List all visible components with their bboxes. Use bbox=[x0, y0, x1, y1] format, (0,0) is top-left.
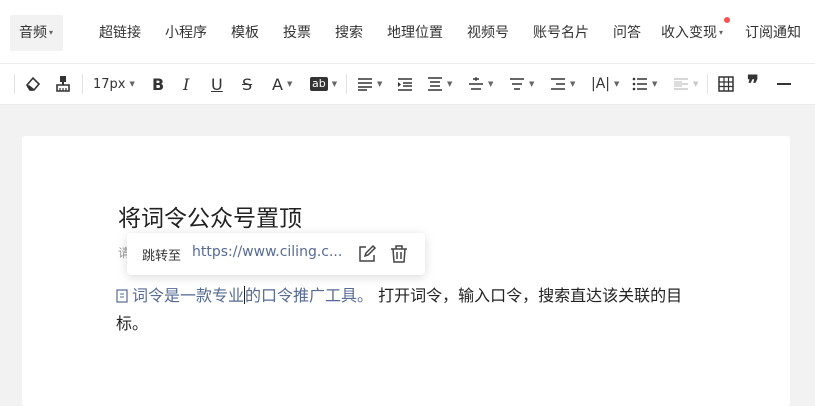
paragraph-spacing-before-icon bbox=[469, 77, 483, 90]
insert-location-button[interactable]: 地理位置 bbox=[387, 24, 443, 42]
chevron-down-icon: ▼ bbox=[529, 80, 535, 88]
font-color-icon: A bbox=[272, 74, 283, 94]
link-popover-label: 跳转至 bbox=[142, 249, 182, 264]
format-painter-icon[interactable] bbox=[55, 74, 71, 94]
article-paragraph[interactable]: 词令是一款专业的口令推广工具。 打开词令，输入口令，搜索直达该关联的目标。 bbox=[116, 282, 706, 338]
italic-icon: I bbox=[183, 74, 190, 94]
paragraph-spacing-after-button[interactable]: ▼ bbox=[509, 74, 534, 94]
divider-icon bbox=[777, 83, 791, 85]
toolbar-separator bbox=[82, 74, 83, 94]
insert-subscribe-notice-button[interactable]: 订阅通知 bbox=[745, 24, 801, 42]
chevron-down-icon: ▼ bbox=[447, 80, 453, 88]
hyperlink-text[interactable]: 词令是一款专业的口令推广工具。 bbox=[116, 286, 378, 305]
link-popover: 跳转至 https://www.ciling.c... bbox=[127, 233, 425, 275]
list-button[interactable]: ▼ bbox=[632, 74, 657, 94]
indent-button[interactable] bbox=[397, 74, 413, 94]
border-icon bbox=[674, 78, 688, 90]
link-popover-url[interactable]: https://www.ciling.c... bbox=[192, 244, 342, 260]
toolbar-separator bbox=[707, 74, 708, 94]
format-eraser-icon[interactable] bbox=[24, 74, 42, 94]
insert-account-card-button[interactable]: 账号名片 bbox=[533, 24, 589, 42]
chevron-down-icon: ▼ bbox=[377, 80, 383, 88]
quote-button[interactable]: ❞ bbox=[747, 71, 759, 97]
line-height-icon bbox=[428, 77, 442, 91]
insert-template-button[interactable]: 模板 bbox=[231, 24, 259, 42]
letter-spacing-icon: |A| bbox=[591, 76, 611, 92]
chevron-down-icon: ▼ bbox=[570, 80, 576, 88]
highlight-icon: ab bbox=[310, 77, 328, 91]
chevron-down-icon: ▼ bbox=[129, 80, 135, 88]
highlight-button[interactable]: ab ▼ bbox=[310, 74, 337, 94]
insert-search-button[interactable]: 搜索 bbox=[335, 24, 363, 42]
italic-button[interactable]: I bbox=[183, 74, 189, 94]
bold-icon: B bbox=[152, 74, 165, 94]
trash-icon bbox=[391, 245, 407, 263]
new-badge-dot bbox=[724, 17, 730, 23]
border-button[interactable]: ▼ bbox=[673, 74, 698, 94]
table-icon bbox=[718, 76, 734, 92]
format-toolbar: 17px ▼ B I U S A ▼ ab ▼ ▼ ▼ ▼ ▼ ▼ |A| ▼ ▼ ▼ … bbox=[0, 64, 815, 104]
text-indent-button[interactable]: ▼ bbox=[550, 74, 575, 94]
strikethrough-icon: S bbox=[242, 74, 253, 94]
table-button[interactable] bbox=[718, 74, 734, 94]
strikethrough-button[interactable]: S bbox=[242, 74, 252, 94]
align-button[interactable]: ▼ bbox=[357, 74, 382, 94]
insert-vote-button[interactable]: 投票 bbox=[283, 24, 311, 42]
edit-link-button[interactable] bbox=[357, 244, 377, 264]
toolbar-separator bbox=[14, 74, 15, 94]
quote-icon: ❞ bbox=[747, 71, 759, 97]
align-icon bbox=[358, 78, 372, 91]
underline-button[interactable]: U bbox=[211, 74, 223, 94]
letter-spacing-button[interactable]: |A| ▼ bbox=[591, 74, 619, 94]
delete-link-button[interactable] bbox=[389, 244, 409, 264]
insert-monetize-button[interactable]: 收入变现 ▾ bbox=[661, 24, 723, 42]
paragraph-spacing-before-button[interactable]: ▼ bbox=[468, 74, 493, 94]
insert-toolbar: 音频 ▾ 超链接 小程序 模板 投票 搜索 地理位置 视频号 账号名片 问答 收入… bbox=[0, 0, 815, 64]
chevron-down-icon: ▼ bbox=[614, 80, 620, 88]
link-document-icon bbox=[116, 289, 128, 303]
font-color-button[interactable]: A ▼ bbox=[272, 74, 292, 94]
insert-channels-button[interactable]: 视频号 bbox=[467, 24, 509, 42]
divider-button[interactable] bbox=[777, 74, 791, 94]
chevron-down-icon: ▼ bbox=[286, 80, 293, 88]
bold-button[interactable]: B bbox=[152, 74, 164, 94]
chevron-down-icon: ▾ bbox=[719, 28, 724, 37]
list-icon bbox=[632, 77, 647, 91]
chevron-down-icon: ▼ bbox=[693, 80, 699, 88]
chevron-down-icon: ▼ bbox=[331, 80, 338, 88]
line-height-button[interactable]: ▼ bbox=[427, 74, 452, 94]
chevron-down-icon: ▼ bbox=[488, 80, 494, 88]
chevron-down-icon: ▼ bbox=[652, 80, 658, 88]
insert-miniprogram-button[interactable]: 小程序 bbox=[165, 24, 207, 42]
text-indent-icon bbox=[551, 78, 565, 90]
underline-icon: U bbox=[211, 74, 223, 94]
font-size-select[interactable]: 17px ▼ bbox=[93, 74, 135, 94]
article-title[interactable]: 将词令公众号置顶 bbox=[118, 204, 302, 234]
paragraph-spacing-after-icon bbox=[510, 78, 524, 90]
indent-icon bbox=[398, 78, 412, 91]
edit-icon bbox=[359, 244, 377, 262]
chevron-down-icon: ▾ bbox=[49, 28, 54, 37]
insert-audio-button[interactable]: 音频 ▾ bbox=[19, 24, 53, 42]
insert-hyperlink-button[interactable]: 超链接 bbox=[99, 24, 141, 42]
insert-qa-button[interactable]: 问答 bbox=[613, 24, 641, 42]
toolbar-separator bbox=[346, 74, 347, 94]
